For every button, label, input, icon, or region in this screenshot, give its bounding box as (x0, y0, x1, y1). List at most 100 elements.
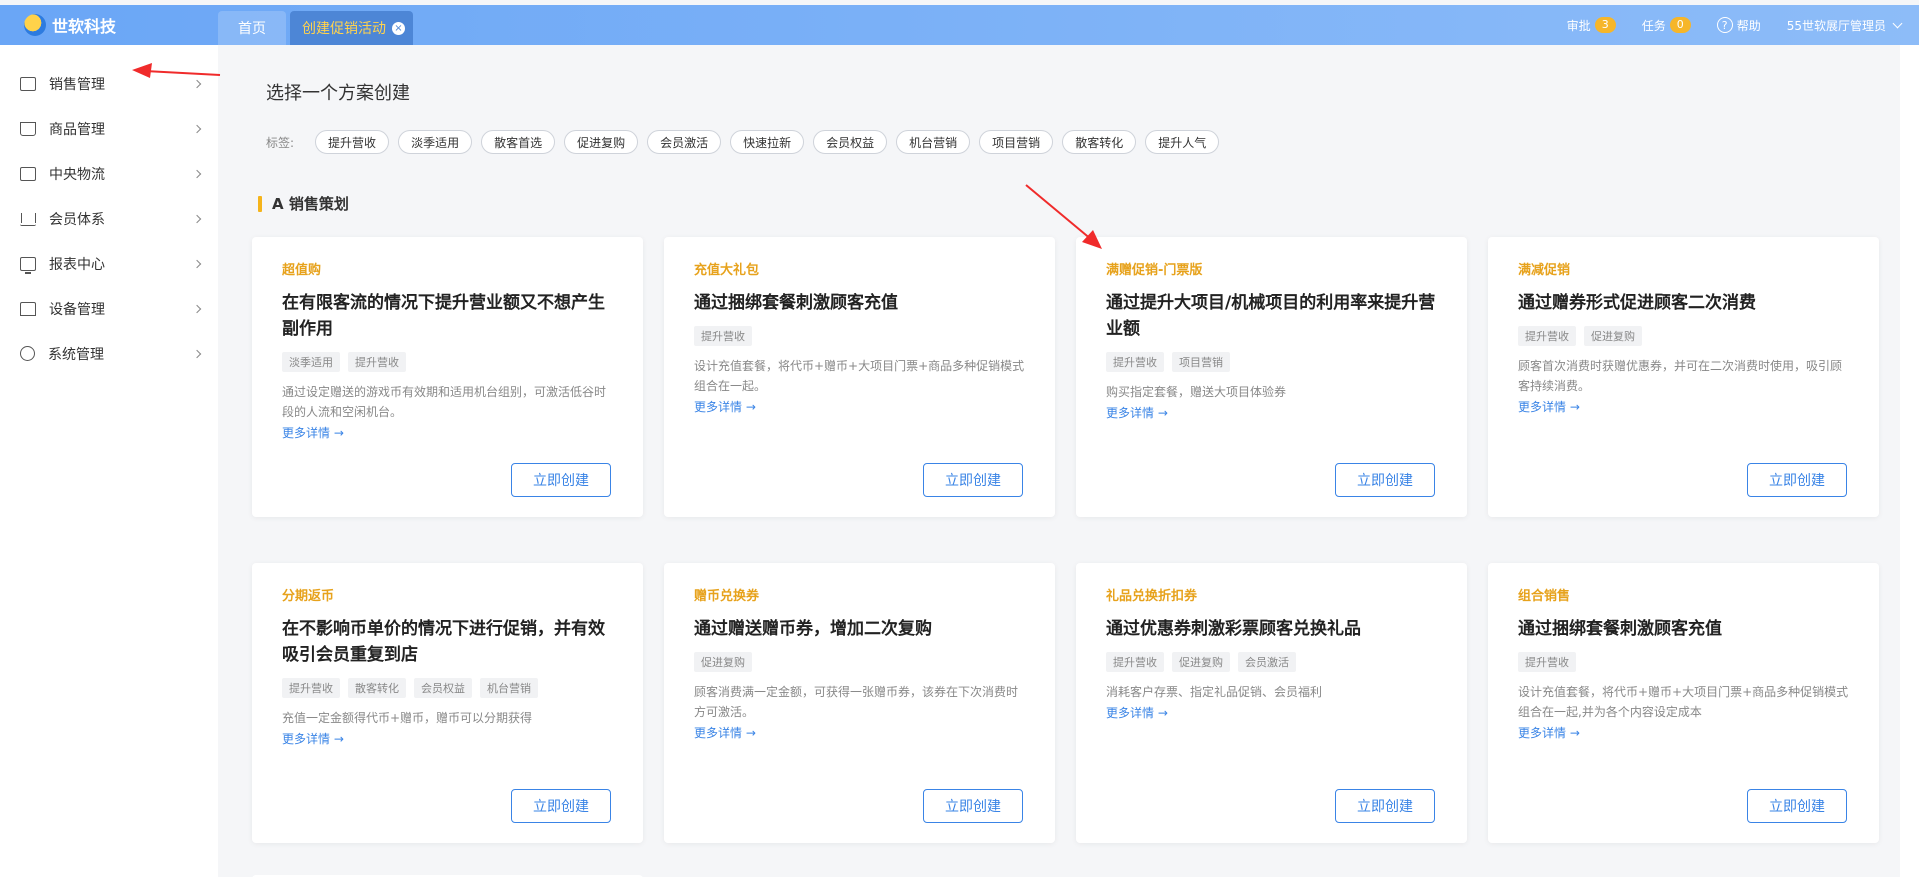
create-now-button[interactable]: 立即创建 (511, 463, 611, 497)
scheme-card[interactable]: 礼品兑换折扣券 通过优惠券刺激彩票顾客兑换礼品 提升营收 促进复购 会员激活 消耗客户存票… (1076, 563, 1467, 843)
create-now-button[interactable]: 立即创建 (511, 789, 611, 823)
more-details-link[interactable]: 更多详情 → (1518, 724, 1580, 741)
scheme-card-kicker: 组合销售 (1518, 589, 1571, 604)
user-name: 55世软展厅管理员 (1786, 18, 1886, 33)
tag-chip[interactable]: 会员权益 (813, 130, 888, 154)
question-icon: ? (1716, 17, 1733, 33)
section-title: A 销售策划 (258, 193, 349, 214)
sidebar-item-logistics[interactable]: 中央物流 (0, 151, 218, 196)
approve-count-badge: 3 (1594, 17, 1616, 33)
tag-chip[interactable]: 促进复购 (564, 130, 639, 154)
section-accent-bar (258, 195, 262, 212)
tag-filter-label: 标签: (266, 135, 295, 150)
scheme-card-tag: 提升营收 (1106, 352, 1164, 372)
tag-chip[interactable]: 项目营销 (979, 130, 1054, 154)
sidebar-item-label: 中央物流 (49, 166, 105, 183)
scheme-card[interactable]: 超值购 在有限客流的情况下提升营业额又不想产生副作用 淡季适用 提升营收 通过设定赠送的… (252, 237, 643, 517)
scrollbar-track[interactable] (1900, 45, 1919, 877)
scheme-card-tags: 淡季适用 提升营收 (282, 352, 613, 372)
create-now-button[interactable]: 立即创建 (1335, 463, 1435, 497)
more-details-link[interactable]: 更多详情 → (694, 398, 756, 415)
scheme-card[interactable]: 赠币兑换券 通过赠送赠币券，增加二次复购 促进复购 顾客消费满一定金额，可获得一张赠币… (664, 563, 1055, 843)
scheme-card-tags: 提升营收 散客转化 会员权益 机台营销 (282, 678, 613, 698)
scheme-card[interactable]: 满赠促销-门票版 通过提升大项目/机械项目的利用率来提升营业额 提升营收 项目营销 购买… (1076, 237, 1467, 517)
scheme-card-title: 通过捆绑套餐刺激顾客充值 (1518, 619, 1722, 639)
close-icon[interactable]: × (392, 21, 405, 35)
scheme-card-tag: 提升营收 (1106, 652, 1164, 672)
more-details-link[interactable]: 更多详情 → (1106, 404, 1168, 421)
approve-button[interactable]: 审批 3 (1567, 17, 1616, 34)
create-now-button[interactable]: 立即创建 (1747, 789, 1847, 823)
scheme-card-tag: 提升营收 (348, 352, 406, 372)
page-title: 选择一个方案创建 (266, 83, 410, 104)
brand-logo[interactable]: 世软科技 (0, 5, 218, 45)
sidebar-item-system[interactable]: 系统管理 (0, 331, 218, 376)
scheme-card-description: 购买指定套餐，赠送大项目体验券 (1106, 385, 1287, 399)
create-now-button[interactable]: 立即创建 (1335, 789, 1435, 823)
tag-chip[interactable]: 散客首选 (481, 130, 556, 154)
create-now-button[interactable]: 立即创建 (1747, 463, 1847, 497)
more-details-link[interactable]: 更多详情 → (1518, 398, 1580, 415)
scheme-card-tag: 会员权益 (414, 678, 472, 698)
scheme-card[interactable]: 组合销售通过捆绑套餐刺激顾客充值 提升营收设计充值套餐，将代币+赠币+大项目门票+… (1488, 563, 1879, 843)
scheme-card[interactable]: 满减促销 通过赠券形式促进顾客二次消费 提升营收 促进复购 顾客首次消费时获赠优惠券，并… (1488, 237, 1879, 517)
user-menu[interactable]: 55世软展厅管理员 (1786, 17, 1903, 34)
scheme-card-grid: 超值购 在有限客流的情况下提升营业额又不想产生副作用 淡季适用 提升营收 通过设定赠送的… (252, 237, 1879, 843)
sidebar-item-label: 商品管理 (49, 121, 105, 138)
scheme-card-tag: 项目营销 (1172, 352, 1230, 372)
scheme-card-kicker: 礼品兑换折扣券 (1106, 589, 1198, 604)
sidebar-item-sales[interactable]: 销售管理 (0, 61, 218, 106)
chevron-right-icon (192, 304, 202, 313)
help-button[interactable]: ? 帮助 (1716, 17, 1761, 34)
tab-home-label: 首页 (238, 21, 266, 37)
create-now-button[interactable]: 立即创建 (923, 789, 1023, 823)
scheme-card-tag: 促进复购 (1172, 652, 1230, 672)
scheme-card-tag: 提升营收 (1518, 326, 1576, 346)
more-details-link[interactable]: 更多详情 → (282, 730, 344, 747)
more-details-link[interactable]: 更多详情 → (1106, 704, 1168, 721)
more-details-link[interactable]: 更多详情 → (694, 724, 756, 741)
sidebar-item-label: 会员体系 (49, 211, 105, 228)
scheme-card-kicker: 赠币兑换券 (694, 589, 760, 604)
chevron-right-icon (192, 169, 202, 178)
scheme-card-description: 设计充值套餐，将代币+赠币+大项目门票+商品多种促销模式组合在一起,并为各个内容… (1518, 685, 1849, 719)
task-button[interactable]: 任务 0 (1642, 17, 1691, 34)
chevron-right-icon (192, 124, 202, 133)
scheme-card-tags: 促进复购 (694, 652, 1025, 672)
sidebar-item-devices[interactable]: 设备管理 (0, 286, 218, 331)
screen-icon (20, 256, 36, 274)
tag-chip[interactable]: 快速拉新 (730, 130, 805, 154)
sidebar-item-reports[interactable]: 报表中心 (0, 241, 218, 286)
create-now-button[interactable]: 立即创建 (923, 463, 1023, 497)
sidebar-item-products[interactable]: 商品管理 (0, 106, 218, 151)
tag-chip[interactable]: 提升营收 (315, 130, 390, 154)
logo-icon (24, 14, 46, 36)
chevron-right-icon (192, 259, 202, 268)
brand-name: 世软科技 (52, 17, 117, 36)
scheme-card-kicker: 充值大礼包 (694, 263, 760, 278)
more-details-link[interactable]: 更多详情 → (282, 424, 344, 441)
approve-label: 审批 (1566, 18, 1591, 33)
scheme-card-kicker: 超值购 (282, 263, 322, 278)
scheme-card-tag: 促进复购 (1584, 326, 1642, 346)
sidebar: 销售管理 商品管理 中央物流 会员体系 报表中心 设备管理 系统管理 (0, 45, 218, 877)
scheme-card-tag: 提升营收 (1518, 652, 1576, 672)
scheme-card[interactable]: 分期返币 在不影响币单价的情况下进行促销，并有效吸引会员重复到店 提升营收 散客转化会… (252, 563, 643, 843)
tab-create-promotion[interactable]: 创建促销活动 × (290, 11, 413, 45)
tab-home[interactable]: 首页 (218, 11, 286, 45)
sidebar-item-label: 销售管理 (49, 76, 105, 93)
sidebar-item-membership[interactable]: 会员体系 (0, 196, 218, 241)
scheme-card-tag: 淡季适用 (282, 352, 340, 372)
tag-chip[interactable]: 机台营销 (896, 130, 971, 154)
scheme-card-tag: 机台营销 (480, 678, 538, 698)
chevron-down-icon (1892, 18, 1903, 28)
chevron-right-icon (192, 214, 202, 223)
tag-chip[interactable]: 散客转化 (1062, 130, 1137, 154)
tag-chip[interactable]: 提升人气 (1145, 130, 1220, 154)
scheme-card[interactable]: 充值大礼包 通过捆绑套餐刺激顾客充值 提升营收 设计充值套餐，将代币+赠币+大项目门票… (664, 237, 1055, 517)
scheme-card-title: 通过赠送赠币券，增加二次复购 (694, 619, 932, 639)
scheme-card-title: 通过提升大项目/机械项目的利用率来提升营业额 (1106, 293, 1436, 339)
scheme-card-description: 消耗客户存票、指定礼品促销、会员福利 (1106, 685, 1323, 699)
tag-chip[interactable]: 淡季适用 (398, 130, 473, 154)
tag-chip[interactable]: 会员激活 (647, 130, 722, 154)
